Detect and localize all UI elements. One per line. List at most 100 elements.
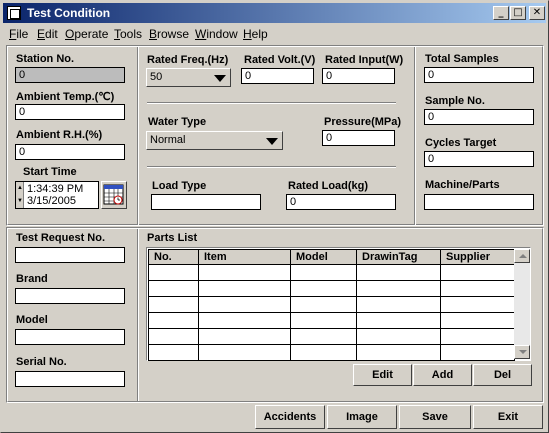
column-header-item[interactable]: Item [198,249,291,265]
table-row[interactable] [148,264,515,281]
accidents-button[interactable]: Accidents [255,405,325,429]
menu-edit[interactable]: Edit [37,27,58,41]
table-cell[interactable] [290,344,357,361]
menu-browse[interactable]: Browse [149,27,189,41]
table-cell[interactable] [198,328,291,345]
spin-up-icon[interactable]: ▲ [17,185,23,191]
divider-right [414,47,416,225]
table-cell[interactable] [290,264,357,281]
table-cell[interactable] [440,280,515,297]
app-icon [7,6,21,20]
table-cell[interactable] [198,344,291,361]
start-time-label: Start Time [23,166,77,178]
table-cell[interactable] [198,312,291,329]
column-header-no[interactable]: No. [148,249,199,265]
column-header-model[interactable]: Model [290,249,357,265]
calendar-button[interactable] [101,181,127,209]
image-button[interactable]: Image [327,405,397,429]
edit-button[interactable]: Edit [353,364,412,386]
machine-parts-field[interactable] [424,194,534,210]
maximize-button[interactable]: □ [510,6,526,20]
ambient-temp-field[interactable]: 0 [15,104,125,120]
cycles-target-label: Cycles Target [425,137,497,149]
rated-freq-label: Rated Freq.(Hz) [147,54,229,66]
divider-left [137,47,139,225]
table-cell[interactable] [290,296,357,313]
rated-load-field[interactable]: 0 [286,194,396,210]
parts-list-scrollbar[interactable] [514,249,530,359]
table-row[interactable] [148,328,515,345]
table-row[interactable] [148,312,515,329]
table-cell[interactable] [290,280,357,297]
cycles-target-field[interactable]: 0 [424,151,534,167]
ambient-rh-field[interactable]: 0 [15,144,125,160]
water-type-select[interactable]: Normal [146,131,283,150]
close-button[interactable]: ✕ [529,6,545,20]
table-cell[interactable] [198,296,291,313]
menu-tools[interactable]: Tools [114,27,142,41]
table-row[interactable] [148,296,515,313]
table-cell[interactable] [148,328,199,345]
start-time-picker[interactable]: ▲ ▼ 1:34:39 PM 3/15/2005 [15,181,99,209]
table-cell[interactable] [356,264,441,281]
scroll-down-button[interactable] [514,345,530,359]
table-cell[interactable] [440,312,515,329]
exit-button[interactable]: Exit [473,405,543,429]
model-field[interactable] [15,329,125,345]
station-no-field: 0 [15,67,125,83]
table-row[interactable] [148,344,515,361]
menu-operate[interactable]: Operate [65,27,108,41]
machine-parts-label: Machine/Parts [425,179,500,191]
menu-window[interactable]: Window [195,27,238,41]
test-request-no-field[interactable] [15,247,125,263]
table-row[interactable] [148,280,515,297]
rated-volt-label: Rated Volt.(V) [244,54,316,66]
sample-no-field[interactable]: 0 [424,109,534,125]
serial-no-field[interactable] [15,371,125,387]
time-spinner[interactable]: ▲ ▼ [16,182,24,208]
table-cell[interactable] [148,344,199,361]
table-cell[interactable] [198,280,291,297]
table-cell[interactable] [356,280,441,297]
load-type-field[interactable] [151,194,261,210]
rated-freq-select[interactable]: 50 [146,68,231,87]
ambient-rh-label: Ambient R.H.(%) [16,129,103,141]
save-changes-button[interactable]: Save changes [399,405,471,429]
brand-field[interactable] [15,288,125,304]
menu-help[interactable]: Help [243,27,268,41]
station-no-label: Station No. [16,53,75,65]
title-bar[interactable]: Test Condition _ □ ✕ [3,3,546,23]
table-cell[interactable] [290,328,357,345]
spin-down-icon[interactable]: ▼ [17,198,23,204]
minimize-button[interactable]: _ [493,6,509,20]
total-samples-field[interactable]: 0 [424,67,534,83]
parts-list-grid[interactable]: No. Item Model DrawinTag Supplier [148,249,515,361]
water-type-label: Water Type [148,116,207,128]
add-button[interactable]: Add [413,364,472,386]
table-cell[interactable] [356,328,441,345]
scroll-up-button[interactable] [514,249,530,263]
column-header-supplier[interactable]: Supplier [440,249,515,265]
table-cell[interactable] [440,328,515,345]
table-cell[interactable] [148,280,199,297]
table-cell[interactable] [356,344,441,361]
table-cell[interactable] [148,312,199,329]
table-cell[interactable] [440,344,515,361]
menu-file[interactable]: File [9,27,28,41]
column-header-drawintag[interactable]: DrawinTag [356,249,441,265]
del-button[interactable]: Del [473,364,532,386]
table-cell[interactable] [198,264,291,281]
table-cell[interactable] [356,296,441,313]
table-cell[interactable] [148,264,199,281]
table-cell[interactable] [148,296,199,313]
table-cell[interactable] [356,312,441,329]
chevron-up-icon [519,254,527,258]
table-cell[interactable] [440,264,515,281]
rated-freq-value: 50 [150,71,163,83]
table-cell[interactable] [440,296,515,313]
rated-volt-field[interactable]: 0 [241,68,314,84]
pressure-field[interactable]: 0 [322,130,395,146]
test-condition-window: Test Condition _ □ ✕ File Edit Operate T… [0,0,549,433]
rated-input-field[interactable]: 0 [322,68,395,84]
table-cell[interactable] [290,312,357,329]
